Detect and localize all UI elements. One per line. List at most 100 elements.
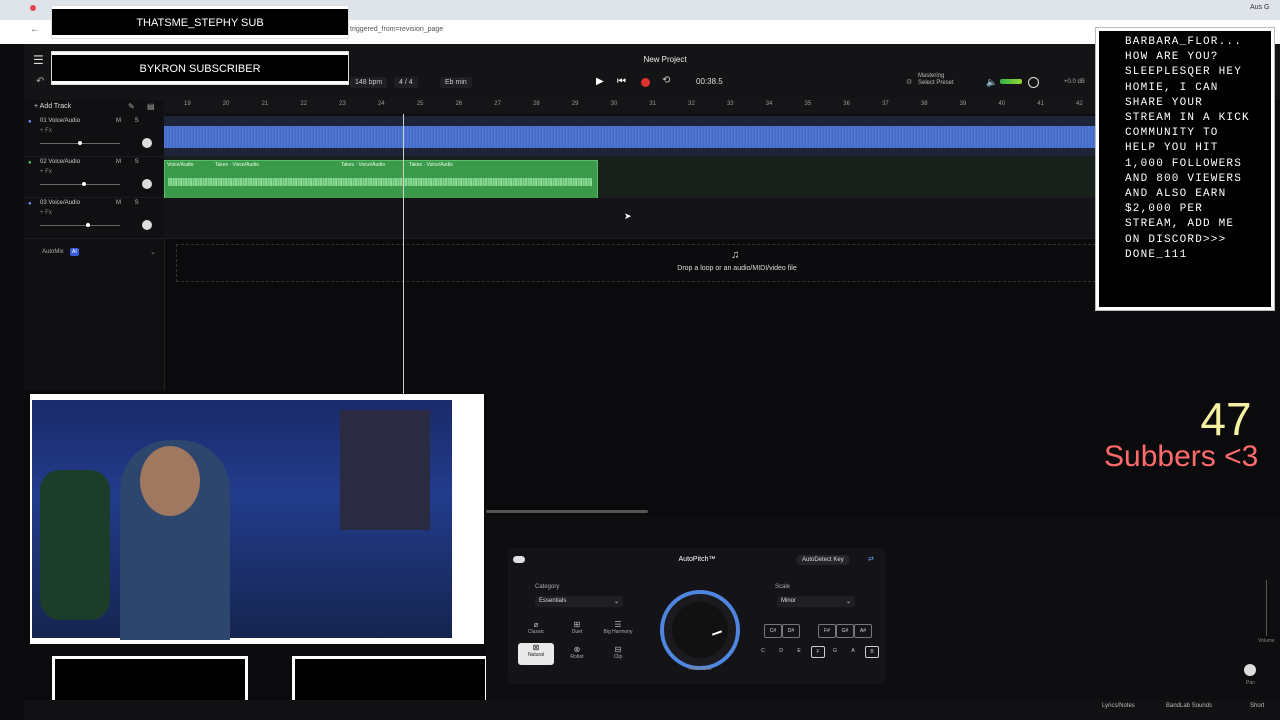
extension-badge[interactable]: Aus G [1250,4,1269,11]
banner-top-text: THATSME_STEPHY SUB [136,17,264,29]
bandlab-sounds-button[interactable]: BandLab Sounds [1166,703,1212,709]
ai-badge: AI [70,248,79,256]
mastering-preset: Select Preset [918,80,954,86]
track-color-dot: ● [28,160,32,166]
playhead[interactable] [403,114,404,404]
rewind-button[interactable]: ⏮ [617,76,626,87]
style-clip[interactable]: ⊟ Clip [600,645,636,667]
key-c-sharp[interactable]: C# [764,624,782,638]
audio-waveform[interactable] [164,126,1096,148]
key-e[interactable]: E [793,646,805,656]
level-meter [1000,79,1022,84]
back-arrow-icon[interactable]: ← [30,24,40,35]
track-name[interactable]: 02 Voice/Audio [40,159,80,165]
ruler-tick: 33 [726,101,734,107]
key-a-sharp[interactable]: A# [854,624,872,638]
horizontal-scrollbar[interactable] [486,510,648,513]
track-volume-slider[interactable] [40,182,120,186]
category-label: Category [535,584,560,590]
style-robot[interactable]: ⊗ Robot [559,645,595,667]
chevron-down-icon[interactable]: ⌄ [150,248,156,256]
grid-icon[interactable]: ▤ [147,102,155,111]
project-title[interactable]: New Project [620,55,710,64]
key-d-sharp[interactable]: D# [782,624,800,638]
track-name[interactable]: 01 Voice/Audio [40,118,80,124]
track-volume-slider[interactable] [40,141,120,145]
track-name[interactable]: 03 Voice/Audio [40,200,80,206]
timeline-ruler[interactable]: 19 20 21 22 23 24 25 26 27 28 29 30 31 32 33 34 35 36 37 38… [164,98,1096,114]
play-button[interactable]: ▶ [596,76,604,87]
style-duet[interactable]: ⊞ Duet [559,620,595,642]
key-b[interactable]: B [865,646,879,658]
style-classic[interactable]: ⌀ Classic [518,620,554,642]
key-f[interactable]: F [811,646,825,658]
time-signature-display[interactable]: 4 / 4 [394,77,418,88]
webcam-chair [40,470,110,620]
speaker-icon[interactable]: 🔈 [986,77,997,88]
pan-knob[interactable] [142,220,152,230]
ruler-tick: 38 [920,101,928,107]
style-natural[interactable]: ⊠ Natural [518,643,554,665]
key-c[interactable]: C [757,646,769,656]
mastering-icon[interactable]: ⚙ [906,78,912,86]
mute-solo-buttons[interactable]: M S [116,159,145,165]
add-fx-button[interactable]: + Fx [40,210,52,216]
mastering-label: Mastering [918,73,945,79]
style-label: Big Harmony [603,629,633,635]
pan-knob[interactable] [1244,664,1256,676]
key-d[interactable]: D [775,646,787,656]
style-big-harmony[interactable]: ☰ Big Harmony [600,620,636,642]
menu-icon[interactable]: ☰ [33,53,44,67]
volume-slider[interactable] [1266,580,1267,636]
chevron-down-icon: ⌄ [845,599,851,605]
harmony-icon: ☰ [614,620,622,629]
pan-knob[interactable] [142,138,152,148]
undo-icon[interactable]: ↶ [36,76,44,87]
key-display[interactable]: Eb min [440,77,472,88]
key-g[interactable]: G [829,646,841,656]
url-text[interactable]: triggered_from=revision_page [350,26,443,33]
slider-thumb[interactable] [78,141,82,145]
close-window-button[interactable] [30,5,36,11]
mastering-selector[interactable]: Mastering Select Preset [918,73,954,87]
category-select[interactable]: Essentials ⌄ [535,596,623,607]
magic-wand-icon[interactable]: ✎ [128,102,135,111]
scale-select[interactable]: Minor ⌄ [777,596,855,607]
pan-knob[interactable] [142,179,152,189]
audio-waveform[interactable] [168,178,592,186]
pan-label: Pan [1246,680,1255,686]
lyrics-notes-button[interactable]: Lyrics/Notes [1102,703,1135,709]
key-f-sharp[interactable]: F# [818,624,836,638]
add-track-button[interactable]: + Add Track [34,103,71,110]
add-fx-button[interactable]: + Fx [40,128,52,134]
scale-value: Minor [781,598,797,604]
ruler-tick: 24 [377,101,385,107]
sub-banner-bottom: BYKRON SUBSCRIBER [52,52,348,84]
settings-icon[interactable]: ⇄ [868,555,874,563]
drop-zone[interactable] [176,244,1096,282]
autodetect-key-button[interactable]: AutoDetect Key [796,555,850,565]
autopitch-toggle[interactable] [513,556,525,563]
ruler-tick: 37 [882,101,889,107]
record-button[interactable] [641,78,650,87]
slider-thumb[interactable] [86,223,90,227]
sub-count: 47 [1200,393,1252,445]
mute-solo-buttons[interactable]: M S [116,200,145,206]
bottom-bar [24,700,1280,720]
loop-button[interactable]: ⟲ [662,75,670,86]
automix-label[interactable]: AutoMix [42,249,64,255]
master-volume-knob[interactable] [1028,77,1039,88]
tempo-display[interactable]: 148 bpm [350,77,388,88]
track-volume-slider[interactable] [40,223,120,227]
ruler-tick: 32 [688,101,695,107]
style-label: Duet [571,629,583,635]
shortcuts-button[interactable]: Short [1250,703,1264,709]
add-fx-button[interactable]: + Fx [40,169,52,175]
style-label: Classic [527,629,545,635]
style-label: Natural [527,652,545,658]
key-a[interactable]: A [847,646,859,656]
mute-solo-buttons[interactable]: M S [116,118,145,124]
ruler-tick: 30 [610,101,618,107]
slider-thumb[interactable] [82,182,86,186]
key-g-sharp[interactable]: G# [836,624,854,638]
